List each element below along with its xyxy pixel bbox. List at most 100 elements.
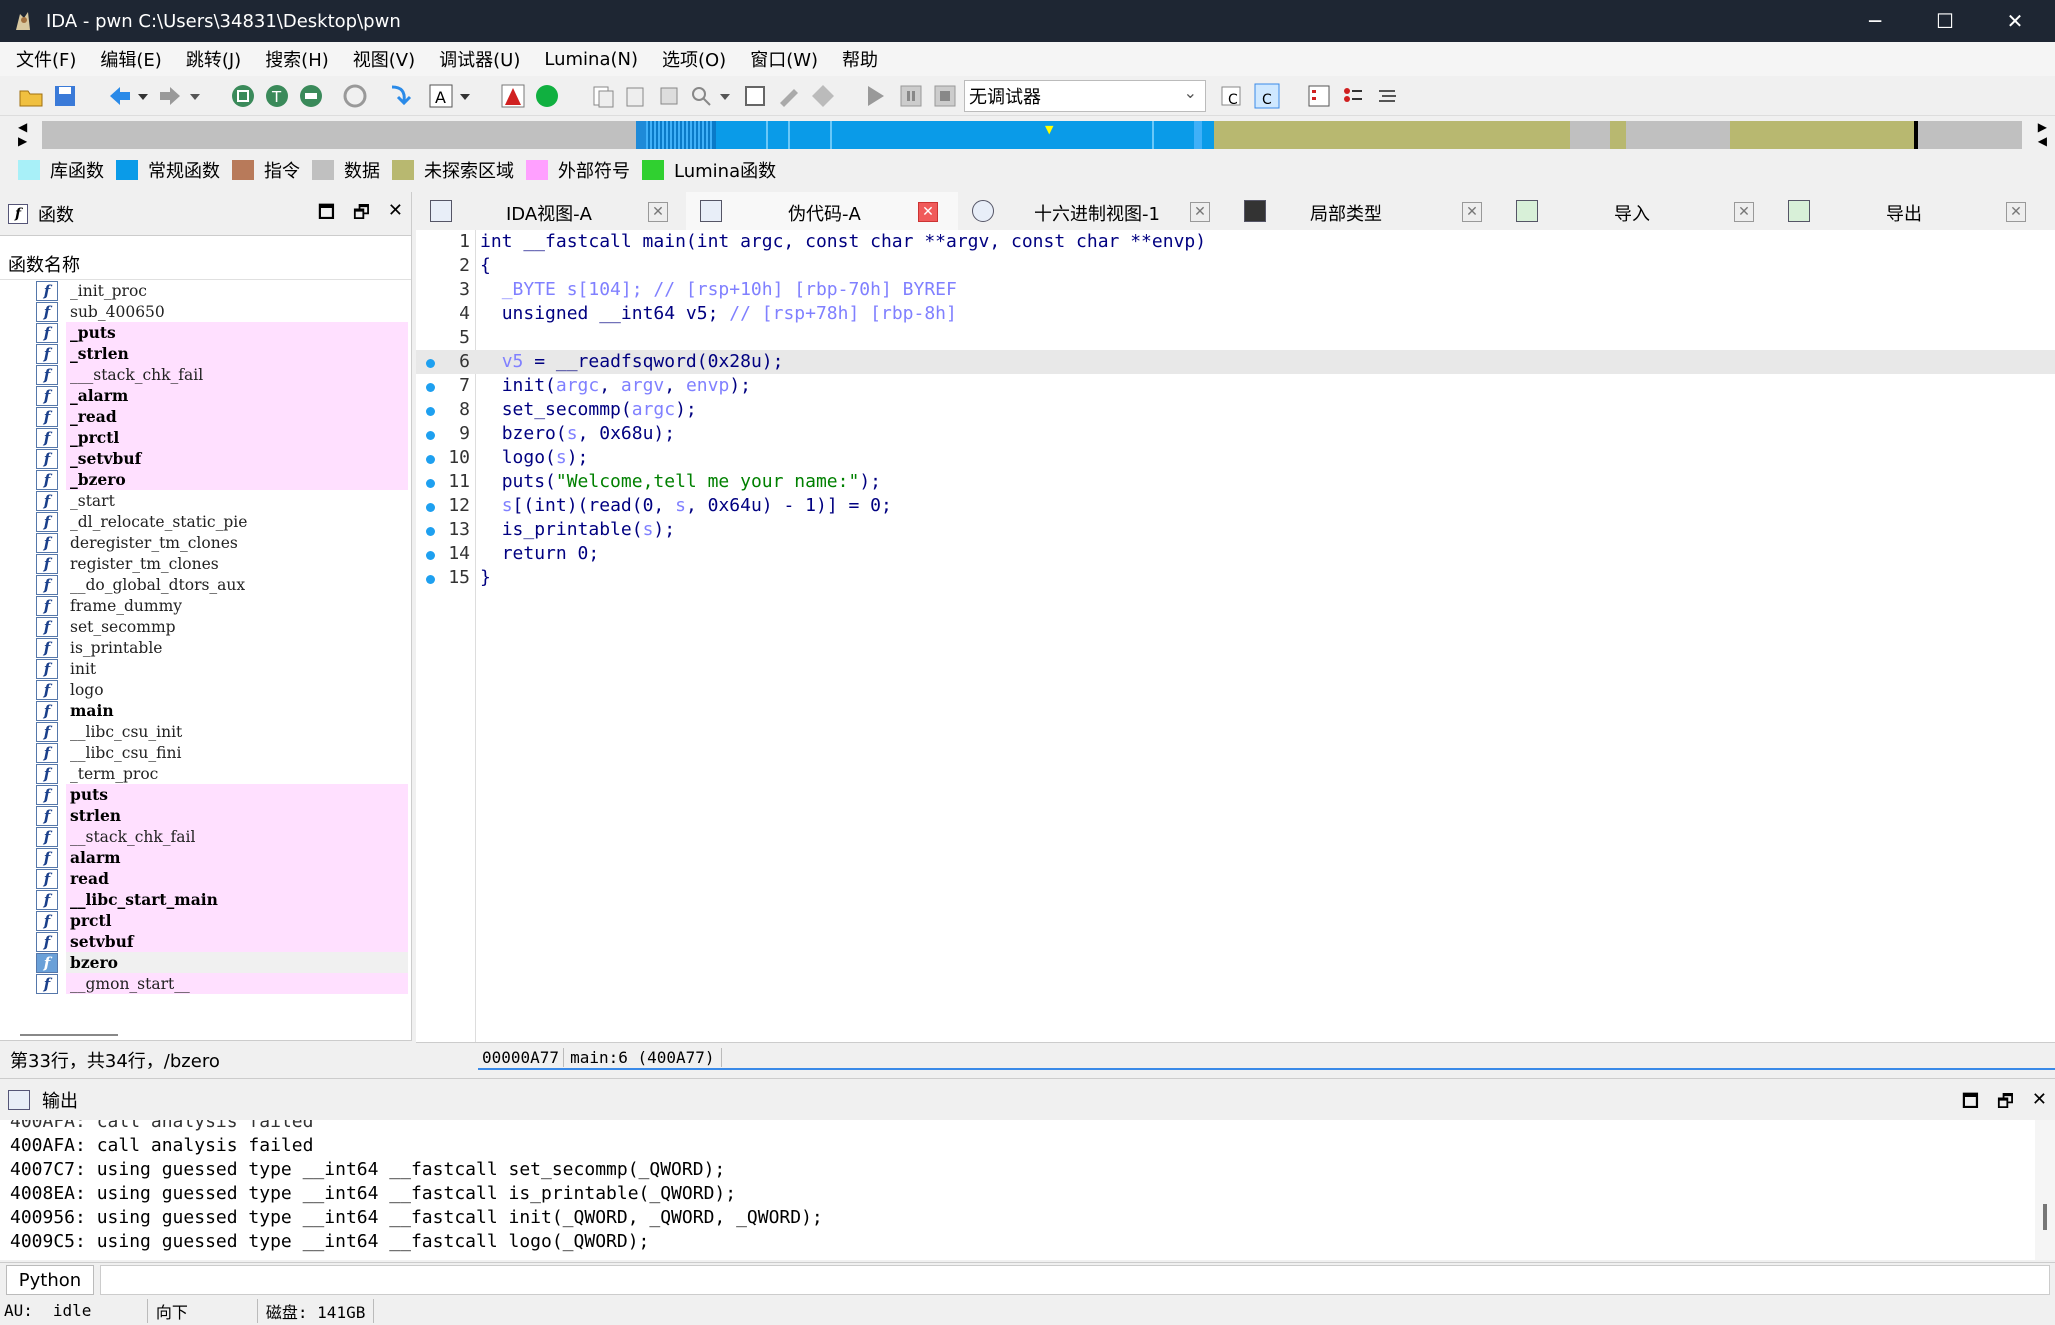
function-list-item[interactable]: f prctl [0,910,412,931]
function-list-item[interactable]: f register_tm_clones [0,553,412,574]
function-list-item[interactable]: f _prctl [0,427,412,448]
menu-lumina[interactable]: Lumina(N) [532,49,650,70]
back-arrow-icon[interactable] [106,83,132,109]
menu-help[interactable]: 帮助 [830,46,890,72]
search-binary-icon[interactable] [688,83,714,109]
code-line-5[interactable]: 5 [416,326,2055,350]
code-line-7[interactable]: 7 init(argc, argv, envp); [416,374,2055,398]
menu-search[interactable]: 搜索(H) [253,46,341,72]
code-line-3[interactable]: 3 _BYTE s[104]; // [rsp+10h] [rbp-70h] B… [416,278,2055,302]
panel-maximize-icon[interactable]: 🗖 [1962,1089,1979,1119]
debug-stop-icon[interactable] [932,83,958,109]
code-line-13[interactable]: 13 is_printable(s); [416,518,2055,542]
nav-left-arrow-icon[interactable]: ◀ [18,120,27,134]
function-list-item[interactable]: f is_printable [0,637,412,658]
tab-close-icon[interactable]: ✕ [918,202,938,222]
code-line-12[interactable]: 12 s[(int)(read(0, s, 0x64u) - 1)] = 0; [416,494,2055,518]
panel-maximize-icon[interactable]: 🗖 [318,200,335,230]
menu-window[interactable]: 窗口(W) [738,46,830,72]
horizontal-scrollbar[interactable] [20,1034,118,1036]
step-into-icon[interactable] [386,83,412,109]
function-list-item[interactable]: f strlen [0,805,412,826]
navigation-track[interactable]: ▼ [42,121,2022,149]
tab-close-icon[interactable]: ✕ [1734,202,1754,222]
tab-close-icon[interactable]: ✕ [648,202,668,222]
command-input[interactable] [100,1265,2050,1295]
code-line-14[interactable]: 14 return 0; [416,542,2055,566]
function-list-item[interactable]: f __gmon_start__ [0,973,412,994]
back-dropdown-icon[interactable] [136,83,150,109]
function-list-item[interactable]: f main [0,700,412,721]
patch-icon[interactable] [656,83,682,109]
debug-pause-icon[interactable] [898,83,924,109]
function-list-item[interactable]: f deregister_tm_clones [0,532,412,553]
close-window-button[interactable]: ✕ [1980,0,2050,42]
output-log[interactable]: 400AFA: call analysis failed 400AFA: cal… [0,1120,2035,1260]
panel-close-icon[interactable]: ✕ [388,200,403,230]
function-list-item[interactable]: f ___stack_chk_fail [0,364,412,385]
function-list-item[interactable]: f __libc_csu_fini [0,742,412,763]
function-list-item[interactable]: f __libc_start_main [0,889,412,910]
tab-close-icon[interactable]: ✕ [1462,202,1482,222]
save-icon[interactable] [52,83,78,109]
open-folder-icon[interactable] [18,83,44,109]
function-list-item[interactable]: f puts [0,784,412,805]
function-list-item[interactable]: f alarm [0,847,412,868]
code-line-4[interactable]: 4 unsigned __int64 v5; // [rsp+78h] [rbp… [416,302,2055,326]
debugger-select[interactable]: 无调试器 ⌄ [964,80,1206,112]
function-list-item[interactable]: f _bzero [0,469,412,490]
function-list-item[interactable]: f frame_dummy [0,595,412,616]
function-list-item[interactable]: f read [0,868,412,889]
refresh-icon[interactable] [342,83,368,109]
tab-close-icon[interactable]: ✕ [2006,202,2026,222]
function-list-item[interactable]: f set_secommp [0,616,412,637]
menu-jump[interactable]: 跳转(J) [174,46,253,72]
panel-float-icon[interactable]: 🗗 [1997,1089,2014,1119]
function-list-item[interactable]: f _strlen [0,343,412,364]
function-list-item[interactable]: f _dl_relocate_static_pie [0,511,412,532]
code-line-2[interactable]: 2{ [416,254,2055,278]
copy-icon[interactable] [590,83,616,109]
function-list-item[interactable]: f _puts [0,322,412,343]
trace-list-icon[interactable] [1374,83,1400,109]
code-line-11[interactable]: 11 puts("Welcome,tell me your name:"); [416,470,2055,494]
tab-close-icon[interactable]: ✕ [1190,202,1210,222]
pseudocode-icon[interactable]: C [1254,83,1280,109]
function-list-item[interactable]: f _alarm [0,385,412,406]
code-line-6[interactable]: 6 v5 = __readfsqword(0x28u); [416,350,2055,374]
search-dropdown-icon[interactable] [718,83,732,109]
tab-exports[interactable]: 导出 ✕ [1774,192,2046,230]
function-list-item[interactable]: f _read [0,406,412,427]
function-list-item[interactable]: f _init_proc [0,280,412,301]
menu-edit[interactable]: 编辑(E) [88,46,173,72]
text-style-icon[interactable]: A [428,83,454,109]
tab-pseudocode[interactable]: 伪代码-A ✕ [686,192,958,230]
diamond-icon[interactable] [810,83,836,109]
list-view-icon[interactable] [1306,83,1332,109]
menu-view[interactable]: 视图(V) [341,46,427,72]
function-name-column-header[interactable]: 函数名称 [0,248,411,280]
code-line-10[interactable]: 10 logo(s); [416,446,2055,470]
decompile-icon[interactable]: C [1220,83,1246,109]
function-list-item[interactable]: f sub_400650 [0,301,412,322]
graph-view-icon[interactable] [230,83,256,109]
function-list-item[interactable]: f init [0,658,412,679]
output-scrollbar[interactable] [2035,1120,2055,1260]
function-list-item[interactable]: f bzero [0,952,412,973]
function-list-item[interactable]: f __do_global_dtors_aux [0,574,412,595]
debug-start-icon[interactable] [862,83,888,109]
breakpoint-icon[interactable] [500,83,526,109]
forward-dropdown-icon[interactable] [188,83,202,109]
paste-icon[interactable] [622,83,648,109]
output-scrollbar-thumb[interactable] [2043,1204,2047,1230]
code-line-9[interactable]: 9 bzero(s, 0x68u); [416,422,2055,446]
edit-icon[interactable] [776,83,802,109]
tab-ida-view[interactable]: IDA视图-A ✕ [416,192,686,230]
function-list-item[interactable]: f logo [0,679,412,700]
code-line-15[interactable]: 15} [416,566,2055,590]
menu-file[interactable]: 文件(F) [4,46,88,72]
code-line-1[interactable]: 1 int __fastcall main(int argc, const cha… [416,230,2055,254]
function-list-item[interactable]: f _setvbuf [0,448,412,469]
function-list-item[interactable]: f _start [0,490,412,511]
function-list-item[interactable]: f __libc_csu_init [0,721,412,742]
